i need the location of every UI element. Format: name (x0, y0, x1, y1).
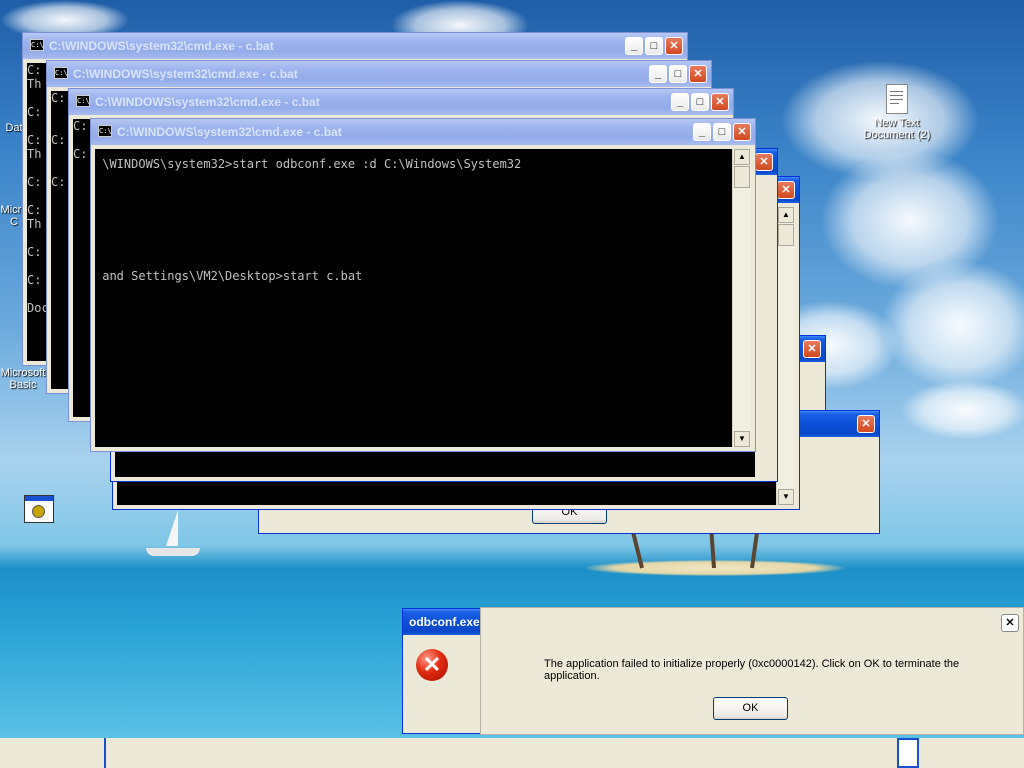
window-title: C:\WINDOWS\system32\cmd.exe - c.bat (95, 95, 320, 109)
close-icon[interactable]: ✕ (711, 93, 729, 111)
scroll-down-arrow-icon[interactable]: ▼ (734, 431, 750, 447)
maximize-icon[interactable]: □ (691, 93, 709, 111)
error-dialog[interactable]: ✕ The application failed to initialize p… (480, 607, 1024, 735)
program-window-icon (24, 495, 54, 523)
scroll-down-arrow-icon[interactable]: ▼ (778, 489, 794, 505)
cmd-icon: C:\ (76, 95, 90, 107)
vertical-scrollbar[interactable]: ▲ ▼ (732, 149, 751, 447)
cmd-icon: C:\ (30, 39, 44, 51)
cmd-icon: C:\ (54, 67, 68, 79)
minimize-icon[interactable]: _ (671, 93, 689, 111)
desktop-icon-label: Microsoft (0, 367, 46, 379)
desktop-icon-label: Basic (9, 379, 37, 391)
desktop-icon-label: New Text (874, 117, 920, 129)
taskbar-button[interactable] (897, 738, 919, 768)
error-dialog-frame[interactable]: odbconf.exe ✕ (402, 608, 492, 734)
cmd-window-4[interactable]: C:\WINDOWS\system32\cmd.exe - c.bat C:\ … (90, 118, 756, 452)
scroll-up-arrow-icon[interactable]: ▲ (778, 207, 794, 223)
minimize-icon[interactable]: _ (625, 37, 643, 55)
console-line: \WINDOWS\system32>start odbconf.exe :d C… (95, 157, 522, 171)
console-line: and Settings\VM2\Desktop>start c.bat (95, 269, 363, 283)
scroll-up-arrow-icon[interactable]: ▲ (734, 149, 750, 165)
taskbar-divider (104, 738, 106, 768)
text-document-icon (886, 84, 908, 114)
cloud (900, 380, 1024, 440)
cmd-titlebar[interactable]: C:\WINDOWS\system32\cmd.exe - c.bat (47, 61, 711, 87)
desktop-icon-new-text-document[interactable]: New Text Document (2) (858, 84, 936, 141)
close-icon[interactable]: ✕ (857, 415, 875, 433)
taskbar (0, 738, 1024, 768)
cloud (880, 260, 1024, 390)
error-icon: ✕ (416, 649, 448, 681)
cmd-titlebar[interactable]: C:\WINDOWS\system32\cmd.exe - c.bat (69, 89, 733, 115)
maximize-icon[interactable]: □ (713, 123, 731, 141)
error-dialog-titlebar[interactable]: odbconf.exe (403, 609, 491, 635)
error-dialog-title: odbconf.exe (409, 615, 480, 629)
close-icon[interactable]: ✕ (689, 65, 707, 83)
close-icon[interactable]: ✕ (1001, 614, 1019, 632)
minimize-icon[interactable]: _ (649, 65, 667, 83)
sailboat (142, 510, 202, 558)
window-title: C:\WINDOWS\system32\cmd.exe - c.bat (73, 67, 298, 81)
maximize-icon[interactable]: □ (669, 65, 687, 83)
close-icon[interactable]: ✕ (803, 340, 821, 358)
close-icon[interactable]: ✕ (733, 123, 751, 141)
scrollbar-thumb[interactable] (778, 224, 794, 246)
window-title: C:\WINDOWS\system32\cmd.exe - c.bat (117, 125, 342, 139)
close-icon[interactable]: ✕ (665, 37, 683, 55)
vertical-scrollbar[interactable]: ▲ ▼ (776, 207, 795, 505)
desktop-icon-label: Document (2) (863, 129, 931, 141)
cmd-titlebar[interactable]: C:\WINDOWS\system32\cmd.exe - c.bat (91, 119, 755, 145)
maximize-icon[interactable]: □ (645, 37, 663, 55)
scrollbar-thumb[interactable] (734, 166, 750, 188)
error-dialog-titlebar-blank[interactable] (481, 608, 1023, 634)
minimize-icon[interactable]: _ (693, 123, 711, 141)
desktop-icon-microsoft-basic[interactable]: Microsoft Basic (0, 367, 46, 391)
cmd-icon: C:\ (98, 125, 112, 137)
error-message: The application failed to initialize pro… (544, 658, 960, 682)
close-icon[interactable]: ✕ (755, 153, 773, 171)
window-title: C:\WINDOWS\system32\cmd.exe - c.bat (49, 39, 274, 53)
error-ok-button[interactable]: OK (713, 697, 788, 720)
console-output: \WINDOWS\system32>start odbconf.exe :d C… (95, 149, 733, 447)
close-icon[interactable]: ✕ (777, 181, 795, 199)
desktop-icon-program[interactable] (24, 495, 54, 526)
cmd-titlebar[interactable]: C:\WINDOWS\system32\cmd.exe - c.bat (23, 33, 687, 59)
